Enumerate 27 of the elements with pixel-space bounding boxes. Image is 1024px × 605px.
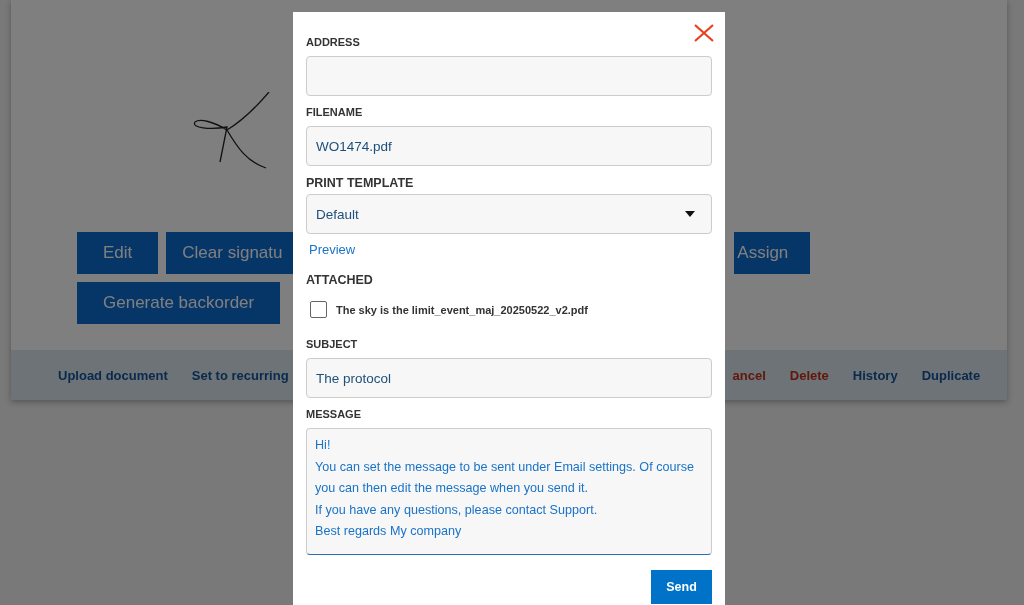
filename-field[interactable]: WO1474.pdf xyxy=(306,126,712,166)
action-button[interactable]: Clear signatu xyxy=(166,232,295,274)
attachment-name: The sky is the limit_event_maj_20250522_v2.pdf xyxy=(336,303,588,316)
action-button[interactable]: Assign xyxy=(734,232,811,274)
action-link[interactable]: Delete xyxy=(789,367,829,383)
caret-icon xyxy=(685,211,695,217)
field-label: MESSAGE xyxy=(306,408,362,420)
action-link[interactable]: History xyxy=(852,367,898,383)
subject-field[interactable]: The protocol xyxy=(306,358,712,398)
action-link[interactable]: Upload document xyxy=(58,367,168,383)
field-label: SUBJECT xyxy=(306,338,359,350)
action-link[interactable]: ancel xyxy=(732,367,766,383)
field-label: FILENAME xyxy=(306,106,364,118)
preview-link[interactable]: Preview xyxy=(309,242,356,257)
send-button[interactable]: Send xyxy=(651,570,712,604)
action-link[interactable]: Duplicate xyxy=(921,367,981,383)
address-field[interactable] xyxy=(306,56,712,96)
field-label: PRINT TEMPLATE xyxy=(306,176,415,190)
section-label: ATTACHED xyxy=(306,273,374,287)
action-button[interactable]: Generate backorder xyxy=(77,282,281,324)
checkbox[interactable] xyxy=(310,301,327,318)
template-select[interactable]: Default xyxy=(306,194,712,234)
close-icon[interactable] xyxy=(694,24,714,42)
field-label: ADDRESS xyxy=(306,36,361,48)
message-field[interactable]: Hi! You can set the message to be sent under Email settings. Of course you can then edit the message when you send it. If you have any questions, please contact Support. Best regards My company xyxy=(306,428,712,555)
action-button[interactable]: Edit xyxy=(77,232,159,274)
action-link[interactable]: Set to recurring xyxy=(191,367,289,383)
